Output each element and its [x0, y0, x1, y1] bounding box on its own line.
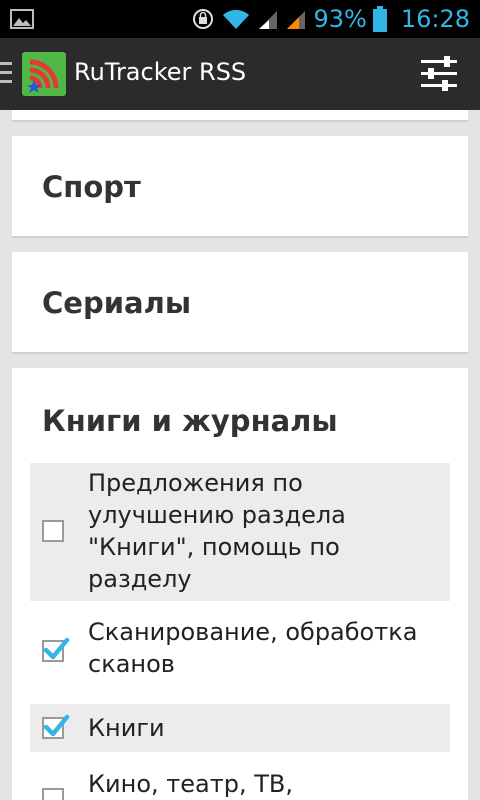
- settings-sliders-icon[interactable]: [420, 56, 458, 92]
- category-title: Спорт: [42, 170, 141, 204]
- subcategory-label: Книги: [88, 714, 165, 742]
- app-logo[interactable]: [22, 52, 66, 96]
- wifi-icon: [223, 9, 250, 29]
- screen-rotation-lock-icon: [193, 9, 214, 29]
- checkbox-checked[interactable]: [42, 637, 70, 662]
- checkmark-icon: [43, 714, 70, 737]
- category-card-serials[interactable]: Сериалы: [12, 252, 468, 354]
- category-card-books[interactable]: Книги и журналы Предложения по улучшению…: [12, 368, 468, 800]
- drawer-indicator-icon[interactable]: [0, 62, 12, 86]
- app-title: RuTracker RSS: [74, 58, 247, 86]
- category-card-sport[interactable]: Спорт: [12, 136, 468, 238]
- category-title: Сериалы: [42, 286, 192, 320]
- category-card-previous: [12, 110, 468, 122]
- subcategory-label: Сканирование, обработка сканов: [88, 618, 418, 678]
- signal-sim2-icon: [287, 11, 306, 29]
- battery-percent: 93%: [313, 5, 367, 33]
- subcategory-item[interactable]: Кино, театр, ТВ,: [30, 764, 450, 800]
- image-notification-icon: [10, 9, 34, 29]
- battery-icon: [372, 6, 387, 32]
- subcategory-label: Кино, театр, ТВ,: [88, 770, 293, 798]
- subcategory-item[interactable]: Предложения по улучшению раздела "Книги"…: [30, 463, 450, 601]
- status-bar: 93% 16:28: [0, 0, 480, 38]
- clock: 16:28: [400, 5, 470, 33]
- checkbox[interactable]: [42, 788, 64, 800]
- subcategory-label: Предложения по улучшению раздела "Книги"…: [88, 469, 346, 593]
- action-bar: RuTracker RSS: [0, 38, 480, 110]
- checkbox-checked[interactable]: [42, 714, 70, 739]
- signal-sim1-icon: [259, 11, 278, 29]
- subcategory-item[interactable]: Книги: [30, 704, 450, 752]
- checkmark-icon: [43, 637, 70, 660]
- subcategory-item[interactable]: Сканирование, обработка сканов: [30, 608, 450, 686]
- category-title: Книги и журналы: [42, 404, 338, 438]
- rss-logo-icon: [27, 59, 59, 93]
- checkbox[interactable]: [42, 520, 64, 542]
- category-list[interactable]: Спорт Сериалы Книги и журналы Предложени…: [0, 110, 480, 800]
